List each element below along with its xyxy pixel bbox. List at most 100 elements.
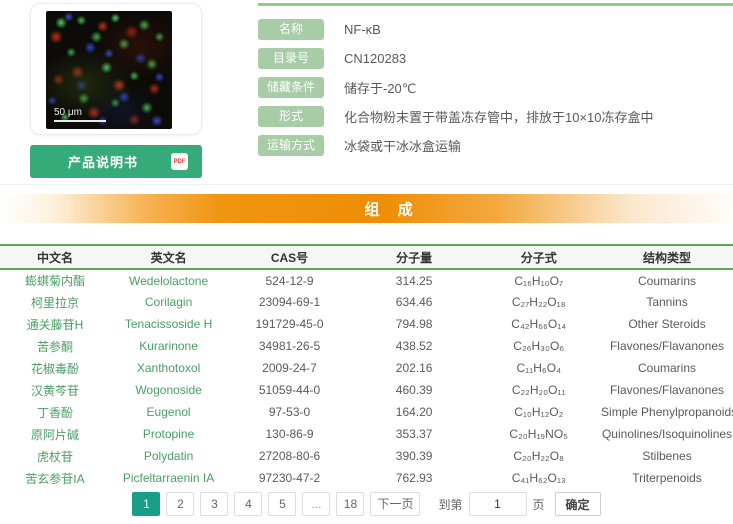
cell-mw: 314.25 [395, 273, 433, 288]
detail-label-badge: 运输方式 [258, 135, 324, 156]
detail-label-badge: 形式 [258, 106, 324, 127]
cell-type: Coumarins [638, 361, 697, 375]
composition-banner: 组 成 [0, 194, 733, 223]
fluorescence-microscopy-image: 50 μm [46, 11, 172, 129]
column-header-cn-name: 中文名 [0, 244, 110, 270]
cell-en-name: Kurarinone [139, 339, 198, 353]
cell-formula: C₂₆H₃₀O₆ [513, 339, 565, 353]
page-button-18[interactable]: 18 [336, 492, 365, 516]
cell-formula: C₂₇H₂₂O₁₈ [511, 295, 566, 309]
product-manual-button[interactable]: 产品说明书 PDF [30, 145, 202, 178]
goto-page-suffix-label: 页 [532, 497, 545, 512]
cell-cn-name: 苦玄参苷IA [25, 471, 85, 486]
cell-formula: C₁₆H₁₀O₇ [514, 273, 564, 288]
cell-type: Other Steroids [628, 317, 706, 331]
cell-cn-name: 蟛蜞菊内酯 [24, 274, 85, 288]
table-row: 丁香酚 Eugenol 97-53-0 164.20 C₁₀H₁₂O₂ Simp… [0, 401, 733, 423]
table-row: 原阿片碱 Protopine 130-86-9 353.37 C₂₀H₁₉NO₅… [0, 423, 733, 445]
cell-cas: 51059-44-0 [258, 383, 321, 397]
cell-en-name: Eugenol [146, 405, 191, 419]
cell-formula: C₁₀H₁₂O₂ [514, 405, 564, 419]
pdf-icon: PDF [171, 153, 188, 170]
cell-formula: C₂₀H₁₉NO₅ [509, 427, 569, 441]
cell-cas: 23094-69-1 [258, 295, 321, 309]
cell-cn-name: 通关藤苷H [26, 317, 84, 332]
cell-type: Flavones/Flavanones [609, 383, 725, 397]
cell-type: Simple Phenylpropanoids [601, 405, 733, 419]
page-ellipsis: ... [302, 492, 331, 516]
cell-cn-name: 原阿片碱 [30, 427, 79, 442]
cell-formula: C₄₂H₆₆O₁₄ [511, 317, 567, 331]
table-row: 通关藤苷H Tenacissoside H 191729-45-0 794.98… [0, 313, 733, 335]
product-details-panel: 名称 NF-κB 目录号 CN120283 储藏条件 储存于-20℃ 形式 化合… [258, 3, 733, 164]
cell-cn-name: 汉黄芩苷 [30, 383, 79, 398]
cell-mw: 164.20 [395, 405, 433, 419]
table-row: 花椒毒酚 Xanthotoxol 2009-24-7 202.16 C₁₁H₆O… [0, 357, 733, 379]
cell-cn-name: 虎杖苷 [36, 449, 73, 464]
table-row: 蟛蜞菊内酯 Wedelolactone 524-12-9 314.25 C₁₆H… [0, 269, 733, 291]
page-button-4[interactable]: 4 [234, 492, 263, 516]
goto-page-input[interactable] [468, 492, 527, 516]
cell-mw: 794.98 [395, 317, 433, 331]
page-button-1[interactable]: 1 [132, 492, 161, 516]
cell-cas: 524-12-9 [265, 273, 314, 288]
page-button-5[interactable]: 5 [268, 492, 297, 516]
detail-row-catalog: 目录号 CN120283 [258, 48, 733, 69]
cell-en-name: Corilagin [144, 295, 193, 309]
table-row: 虎杖苷 Polydatin 27208-80-6 390.39 C₂₀H₂₂O₈… [0, 445, 733, 467]
cell-mw: 460.39 [395, 383, 433, 397]
confirm-button[interactable]: 确定 [554, 492, 601, 516]
cell-cn-name: 花椒毒酚 [30, 361, 79, 376]
cell-type: Flavones/Flavanones [609, 339, 725, 353]
detail-row-shipping: 运输方式 冰袋或干冰冰盒运输 [258, 135, 733, 156]
scale-bar [54, 120, 106, 122]
detail-row-storage: 储藏条件 储存于-20℃ [258, 77, 733, 98]
cell-formula: C₄₁H₆₂O₁₃ [511, 471, 566, 485]
page-button-2[interactable]: 2 [166, 492, 195, 516]
cell-formula: C₂₀H₂₂O₈ [513, 449, 565, 463]
detail-row-format: 形式 化合物粉末置于带盖冻存管中，排放于10×10冻存盒中 [258, 106, 733, 127]
detail-value: 化合物粉末置于带盖冻存管中，排放于10×10冻存盒中 [344, 110, 654, 125]
cell-formula: C₁₁H₆O₄ [516, 361, 561, 375]
section-divider [0, 184, 733, 185]
cell-formula: C₂₂H₂₀O₁₁ [511, 383, 566, 397]
column-header-cas: CAS号 [227, 244, 352, 270]
detail-value: 储存于-20℃ [344, 81, 417, 96]
cell-type: Tannins [646, 295, 688, 309]
cell-mw: 390.39 [395, 449, 433, 463]
cell-en-name: Xanthotoxol [136, 361, 201, 375]
table-row: 柯里拉京 Corilagin 23094-69-1 634.46 C₂₇H₂₂O… [0, 291, 733, 313]
cell-cas: 191729-45-0 [255, 317, 324, 331]
column-header-mw: 分子量 [351, 244, 477, 270]
detail-label-badge: 名称 [258, 19, 324, 40]
table-header-row: 中文名 英文名 CAS号 分子量 分子式 结构类型 [0, 244, 733, 270]
cell-type: Triterpenoids [632, 471, 702, 485]
table-row: 苦玄参苷IA Picfeltarraenin IA 97230-47-2 762… [0, 467, 733, 489]
page-button-3[interactable]: 3 [200, 492, 229, 516]
cell-type: Coumarins [638, 273, 697, 288]
detail-value: CN120283 [344, 51, 407, 66]
cell-mw: 438.52 [395, 339, 433, 353]
cell-cn-name: 柯里拉京 [30, 295, 79, 310]
cell-cas: 130-86-9 [265, 427, 314, 441]
goto-page-prefix-label: 到第 [438, 497, 463, 512]
cell-cas: 97-53-0 [268, 405, 311, 419]
detail-label-badge: 目录号 [258, 48, 324, 69]
cell-cas: 27208-80-6 [258, 449, 321, 463]
next-page-button[interactable]: 下一页 [370, 492, 421, 516]
cell-en-name: Wedelolactone [128, 273, 209, 288]
cell-cn-name: 丁香酚 [36, 405, 73, 420]
detail-value: NF-κB [344, 22, 381, 37]
cell-type: Stilbenes [642, 449, 692, 463]
cell-mw: 762.93 [395, 471, 433, 485]
detail-value: 冰袋或干冰冰盒运输 [344, 139, 462, 154]
cell-en-name: Picfeltarraenin IA [122, 471, 215, 485]
cell-cas: 34981-26-5 [258, 339, 321, 353]
composition-table: 中文名 英文名 CAS号 分子量 分子式 结构类型 蟛蜞菊内酯 Wedelola… [0, 244, 733, 489]
column-header-type: 结构类型 [601, 244, 733, 270]
detail-row-name: 名称 NF-κB [258, 19, 733, 40]
column-header-en-name: 英文名 [109, 244, 228, 270]
composition-title: 组 成 [364, 201, 420, 218]
cell-type: Quinolines/Isoquinolines [601, 427, 733, 441]
scale-bar-label: 50 μm [54, 107, 82, 118]
